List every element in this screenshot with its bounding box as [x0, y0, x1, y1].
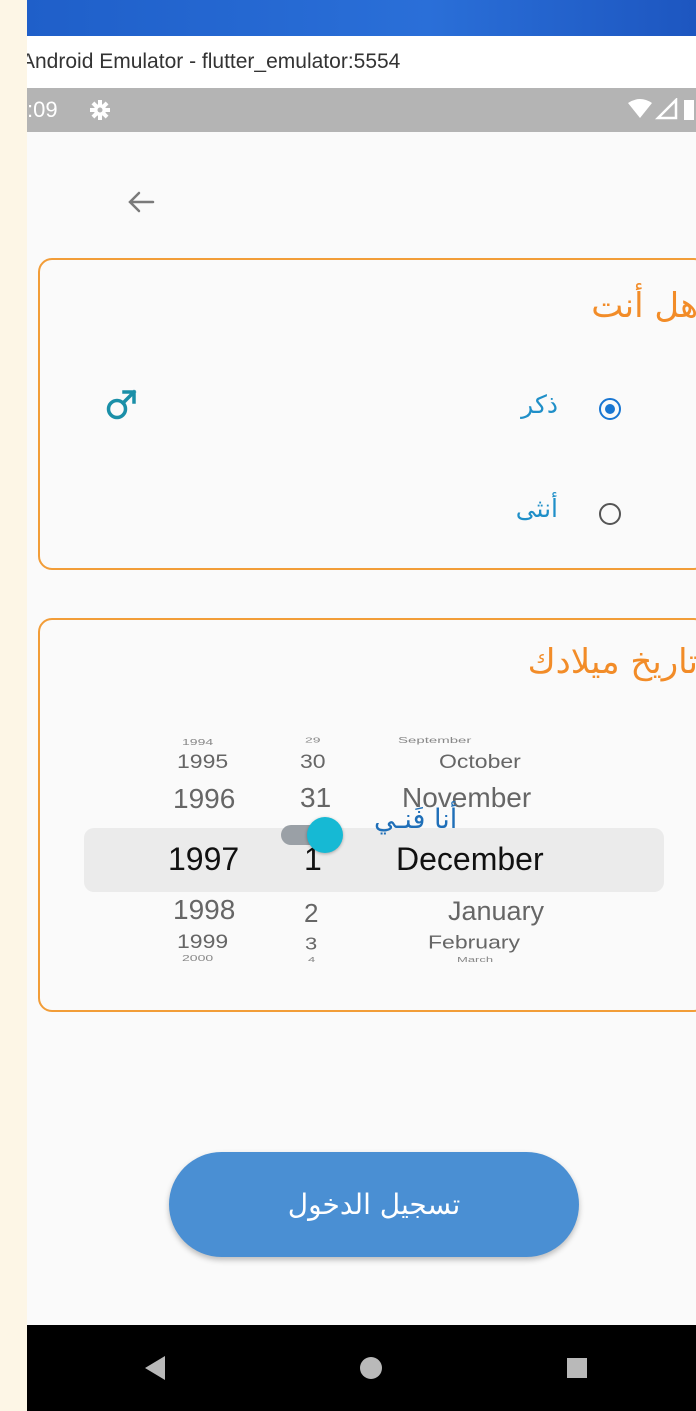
status-bar: :09	[27, 88, 696, 132]
login-button[interactable]: تسجيل الدخول	[169, 1152, 579, 1257]
toggle-thumb	[307, 817, 343, 853]
gender-card-title: هل أنت	[591, 286, 696, 326]
day-item: 2	[304, 898, 319, 928]
date-picker[interactable]: 1994 1995 1996 1997 1998 1999 2000 29 30…	[84, 728, 664, 978]
day-item: 4	[308, 955, 316, 964]
year-item: 1999	[177, 930, 229, 953]
birthdate-card-title: تاريخ ميلادك	[527, 642, 696, 682]
birthdate-card: تاريخ ميلادك 1994 1995 1996 1997 1998 19…	[38, 618, 696, 1012]
nav-home-icon[interactable]	[360, 1357, 382, 1379]
signal-icon	[654, 96, 678, 120]
nav-recents-icon[interactable]	[567, 1358, 587, 1378]
window-title: Android Emulator - flutter_emulator:5554	[27, 50, 401, 73]
day-item: 29	[305, 735, 321, 745]
day-item: 31	[300, 782, 332, 813]
year-item: 1995	[177, 750, 229, 773]
month-item: February	[428, 931, 521, 953]
technician-toggle-switch[interactable]	[281, 817, 347, 853]
status-icons	[626, 96, 696, 122]
month-item: September	[398, 735, 472, 746]
year-item: 1998	[173, 894, 236, 925]
window-frame-top	[27, 0, 696, 36]
android-nav-bar	[27, 1325, 696, 1411]
male-symbol-icon	[104, 387, 140, 429]
female-label: أنثى	[515, 494, 558, 523]
month-item: January	[448, 896, 545, 926]
male-radio-button[interactable]	[599, 398, 621, 420]
status-time: :09	[27, 97, 58, 122]
year-item-selected[interactable]: 1997	[168, 841, 239, 878]
nav-back-icon[interactable]	[145, 1356, 165, 1380]
year-item: 1994	[182, 737, 214, 747]
year-item: 2000	[182, 953, 214, 963]
window-title-bar: Android Emulator - flutter_emulator:5554	[27, 36, 696, 88]
year-item: 1996	[173, 783, 236, 814]
day-item: 3	[305, 933, 318, 954]
female-radio-button[interactable]	[599, 503, 621, 525]
month-item: March	[457, 955, 494, 964]
technician-toggle-label: أنا فَنـي	[374, 804, 458, 835]
gender-card: هل أنت ذكر أنثى	[38, 258, 696, 570]
male-label: ذكر	[521, 390, 558, 419]
app-screen: هل أنت ذكر أنثى تاريخ ميلادك 1994 1995 1…	[27, 132, 696, 1325]
wifi-icon	[628, 99, 652, 118]
battery-icon	[684, 100, 694, 120]
month-item-selected[interactable]: December	[396, 841, 544, 878]
arrow-left-icon[interactable]	[121, 182, 161, 222]
day-item: 30	[300, 750, 326, 773]
month-item: October	[439, 750, 521, 773]
